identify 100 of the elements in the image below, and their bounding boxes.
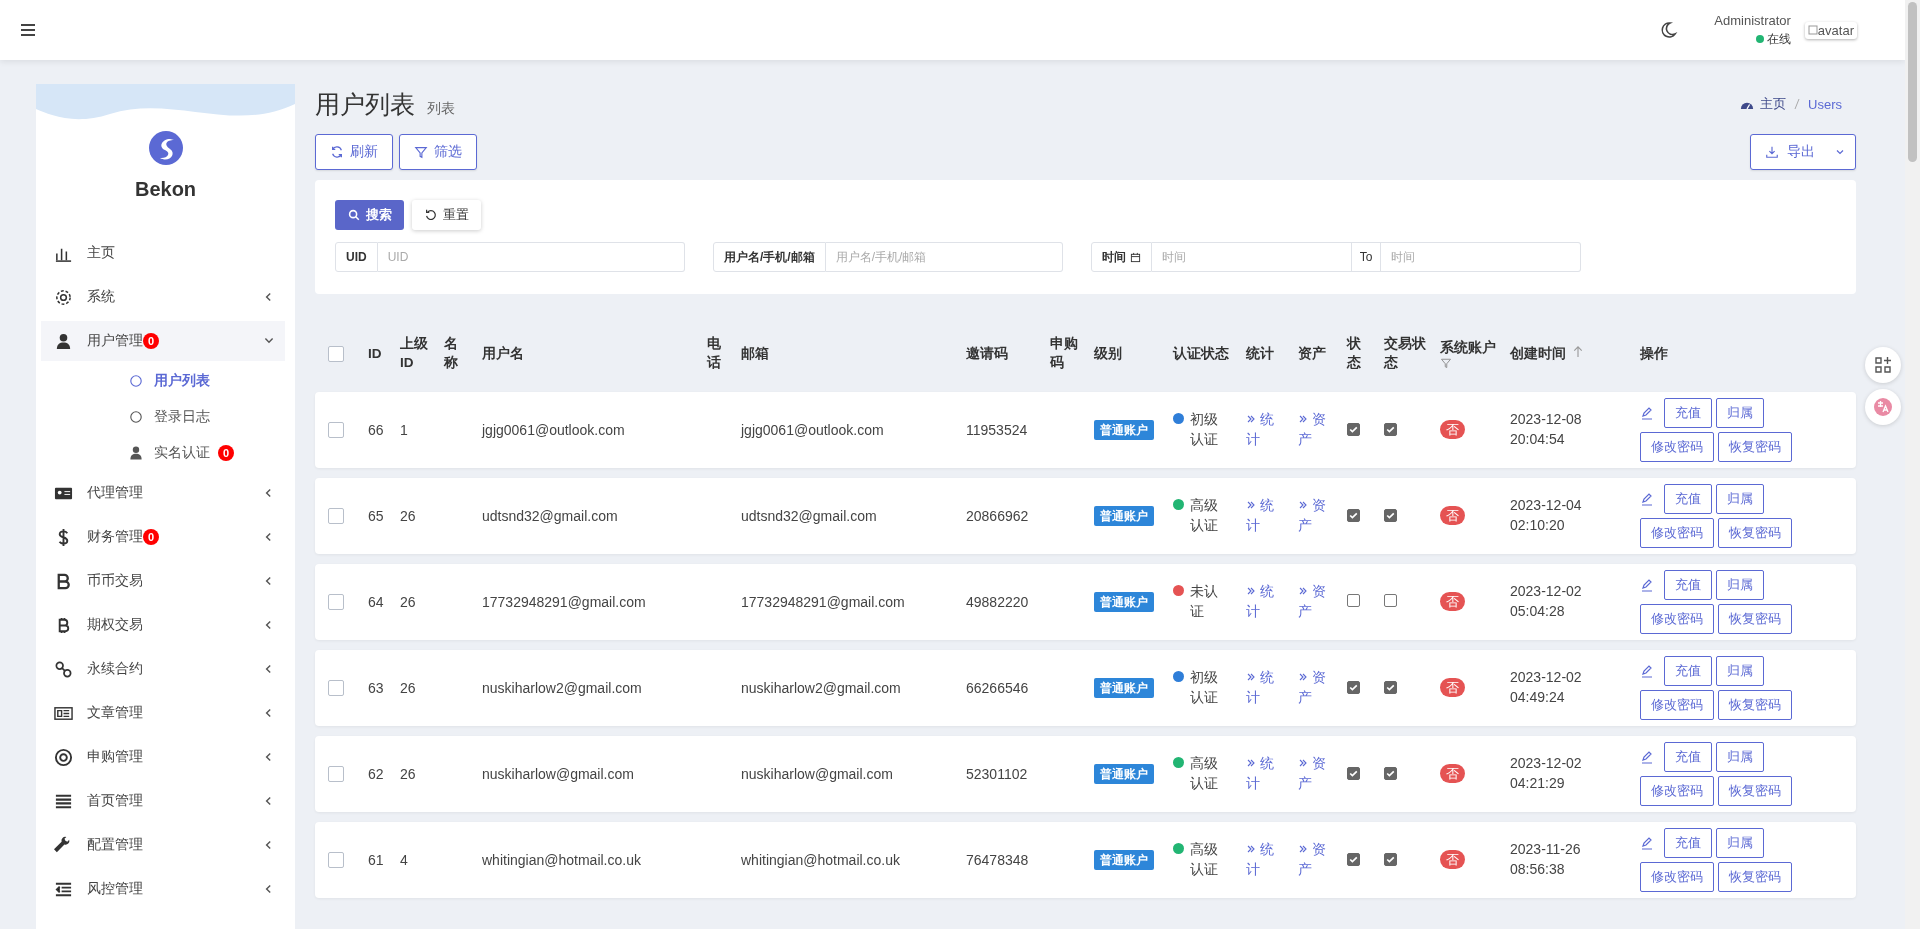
action-button[interactable]: 归属 [1716, 484, 1764, 514]
column-header[interactable]: 申购码 [1050, 335, 1082, 373]
trade-status-checkbox[interactable] [1384, 767, 1397, 780]
assets-link[interactable]: 资产 [1298, 582, 1332, 622]
row-checkbox[interactable] [328, 594, 344, 610]
menu-item[interactable]: 币币交易 [41, 561, 285, 601]
export-button[interactable]: 导出 [1750, 134, 1856, 170]
column-header[interactable]: 级别 [1094, 344, 1122, 364]
moon-icon[interactable] [1658, 20, 1679, 40]
row-checkbox[interactable] [328, 508, 344, 524]
column-header[interactable]: 电话 [707, 335, 729, 373]
action-button[interactable]: 恢复密码 [1718, 776, 1792, 806]
column-header[interactable]: 用户名 [482, 344, 524, 364]
menu-item[interactable]: 永续合约 [41, 649, 285, 689]
action-button[interactable]: 恢复密码 [1718, 690, 1792, 720]
edit-icon[interactable] [1640, 578, 1654, 592]
action-button[interactable]: 恢复密码 [1718, 518, 1792, 548]
input-field[interactable]: UID [377, 242, 685, 272]
stats-link[interactable]: 统计 [1246, 840, 1280, 880]
column-header[interactable]: 邀请码 [966, 344, 1008, 364]
menu-item[interactable]: 用户管理 0 [41, 321, 285, 361]
column-header[interactable]: 系统账户 [1440, 338, 1496, 358]
edit-icon[interactable] [1640, 750, 1654, 764]
column-header[interactable]: 操作 [1640, 344, 1668, 364]
scrollbar[interactable] [1905, 0, 1920, 929]
column-header[interactable]: 统计 [1246, 344, 1274, 364]
menu-item[interactable]: 系统 [41, 277, 285, 317]
edit-icon[interactable] [1640, 836, 1654, 850]
submenu-item[interactable]: 登录日志 [36, 399, 295, 435]
stats-link[interactable]: 统计 [1246, 410, 1280, 450]
stats-link[interactable]: 统计 [1246, 754, 1280, 794]
stats-link[interactable]: 统计 [1246, 668, 1280, 708]
action-button[interactable]: 充值 [1664, 742, 1712, 772]
menu-item[interactable]: 主页 [41, 233, 285, 273]
assets-link[interactable]: 资产 [1298, 668, 1332, 708]
action-button[interactable]: 修改密码 [1640, 432, 1714, 462]
action-button[interactable]: 充值 [1664, 656, 1712, 686]
menu-item[interactable]: 风控管理 [41, 869, 285, 909]
edit-icon[interactable] [1640, 664, 1654, 678]
search-button[interactable]: 搜索 [335, 200, 404, 230]
action-button[interactable]: 归属 [1716, 828, 1764, 858]
date-field[interactable]: 时间 [1152, 242, 1352, 272]
stats-link[interactable]: 统计 [1246, 496, 1280, 536]
menu-item[interactable]: 期权交易 [41, 605, 285, 645]
action-button[interactable]: 充值 [1664, 398, 1712, 428]
status-checkbox[interactable] [1347, 853, 1360, 866]
status-checkbox[interactable] [1347, 509, 1360, 522]
action-button[interactable]: 充值 [1664, 570, 1712, 600]
column-header[interactable]: 状态 [1347, 335, 1372, 373]
menu-item[interactable]: 首页管理 [41, 781, 285, 821]
column-header[interactable]: 资产 [1298, 344, 1326, 364]
action-button[interactable]: 修改密码 [1640, 604, 1714, 634]
apps-add-button[interactable] [1865, 347, 1901, 383]
trade-status-checkbox[interactable] [1384, 509, 1397, 522]
action-button[interactable]: 修改密码 [1640, 862, 1714, 892]
menu-item[interactable]: 文章管理 [41, 693, 285, 733]
row-checkbox[interactable] [328, 766, 344, 782]
submenu-item[interactable]: 用户列表 [36, 363, 295, 399]
status-checkbox[interactable] [1347, 681, 1360, 694]
column-header[interactable]: 上级ID [400, 335, 432, 373]
column-header[interactable]: 邮箱 [741, 344, 769, 364]
menu-icon[interactable] [20, 23, 36, 37]
assets-link[interactable]: 资产 [1298, 754, 1332, 794]
assets-link[interactable]: 资产 [1298, 496, 1332, 536]
action-button[interactable]: 充值 [1664, 828, 1712, 858]
action-button[interactable]: 归属 [1716, 742, 1764, 772]
status-checkbox[interactable] [1347, 423, 1360, 436]
stats-link[interactable]: 统计 [1246, 582, 1280, 622]
trade-status-checkbox[interactable] [1384, 681, 1397, 694]
action-button[interactable]: 修改密码 [1640, 776, 1714, 806]
row-checkbox[interactable] [328, 852, 344, 868]
menu-item[interactable]: 代理管理 [41, 473, 285, 513]
column-header[interactable]: 名称 [444, 335, 470, 373]
select-all-checkbox[interactable] [328, 346, 344, 362]
translate-button[interactable] [1865, 389, 1901, 425]
status-checkbox[interactable] [1347, 767, 1360, 780]
action-button[interactable]: 充值 [1664, 484, 1712, 514]
toolbar-button[interactable]: 刷新 [315, 134, 393, 170]
action-button[interactable]: 恢复密码 [1718, 604, 1792, 634]
action-button[interactable]: 修改密码 [1640, 690, 1714, 720]
status-checkbox[interactable] [1347, 594, 1360, 607]
toolbar-button[interactable]: 筛选 [399, 134, 477, 170]
row-checkbox[interactable] [328, 422, 344, 438]
edit-icon[interactable] [1640, 492, 1654, 506]
column-header[interactable]: 认证状态 [1173, 344, 1229, 364]
date-field[interactable]: 时间 [1381, 242, 1581, 272]
avatar-image[interactable]: avatar [1804, 21, 1857, 39]
column-header[interactable]: ID [368, 344, 382, 364]
trade-status-checkbox[interactable] [1384, 594, 1397, 607]
assets-link[interactable]: 资产 [1298, 410, 1332, 450]
column-header[interactable]: 创建时间 [1510, 344, 1566, 364]
menu-item[interactable]: 配置管理 [41, 825, 285, 865]
assets-link[interactable]: 资产 [1298, 840, 1332, 880]
action-button[interactable]: 归属 [1716, 398, 1764, 428]
submenu-item[interactable]: 实名认证 0 [36, 435, 295, 471]
menu-item[interactable]: 财务管理 0 [41, 517, 285, 557]
action-button[interactable]: 修改密码 [1640, 518, 1714, 548]
reset-button[interactable]: 重置 [412, 200, 481, 230]
input-field[interactable]: 用户名/手机/邮箱 [825, 242, 1063, 272]
action-button[interactable]: 恢复密码 [1718, 432, 1792, 462]
